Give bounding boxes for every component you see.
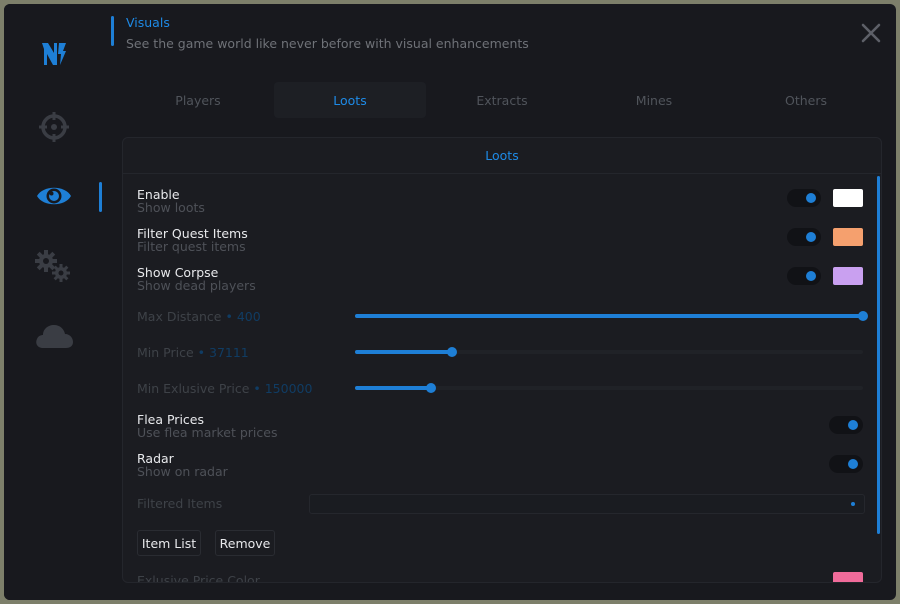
flea-prices-desc: Use flea market prices — [137, 425, 278, 440]
filter-quest-toggle[interactable] — [787, 228, 821, 246]
enable-desc: Show loots — [137, 200, 205, 215]
filtered-items-dropdown[interactable] — [309, 494, 865, 514]
panel-scrollbar[interactable] — [877, 176, 880, 534]
radar-desc: Show on radar — [137, 464, 228, 479]
app-window: Visuals See the game world like never be… — [4, 4, 896, 600]
loots-panel: Loots Enable Show loots Filter Quest Ite… — [122, 137, 882, 583]
min-price-value: 37111 — [209, 345, 249, 360]
tab-others[interactable]: Others — [730, 82, 882, 118]
filtered-items-label: Filtered Items — [137, 496, 223, 511]
remove-button[interactable]: Remove — [215, 530, 275, 556]
enable-toggle[interactable] — [787, 189, 821, 207]
header-accent — [111, 16, 114, 46]
show-corpse-color-swatch[interactable] — [833, 267, 863, 285]
slider-thumb — [426, 383, 437, 393]
max-distance-slider[interactable] — [355, 311, 868, 321]
min-exclusive-price-label: Min Exlusive Price • 150000 — [137, 381, 313, 396]
filter-quest-color-swatch[interactable] — [833, 228, 863, 246]
min-price-label: Min Price • 37111 — [137, 345, 249, 360]
min-exclusive-price-value: 150000 — [264, 381, 313, 396]
eye-icon[interactable] — [34, 176, 74, 216]
crosshair-icon[interactable] — [34, 107, 74, 147]
logo-icon[interactable] — [34, 34, 74, 74]
close-icon — [861, 23, 881, 43]
tab-loots[interactable]: Loots — [274, 82, 426, 118]
tab-extracts[interactable]: Extracts — [426, 82, 578, 118]
exclusive-price-color-swatch[interactable] — [833, 572, 863, 582]
min-exclusive-price-slider[interactable] — [355, 383, 863, 393]
item-list-button[interactable]: Item List — [137, 530, 201, 556]
close-button[interactable] — [860, 22, 882, 44]
page-subtitle: See the game world like never before wit… — [126, 36, 529, 51]
show-corpse-desc: Show dead players — [137, 278, 256, 293]
active-indicator — [99, 182, 102, 212]
exclusive-price-color-label: Exlusive Price Color — [137, 573, 260, 583]
tab-mines[interactable]: Mines — [578, 82, 730, 118]
cloud-icon[interactable] — [34, 316, 74, 356]
dropdown-indicator-icon — [851, 502, 855, 506]
slider-thumb — [446, 347, 457, 357]
slider-thumb — [858, 311, 868, 321]
radar-toggle[interactable] — [829, 455, 863, 473]
tab-bar: Players Loots Extracts Mines Others — [122, 82, 882, 118]
sidebar — [4, 4, 104, 600]
enable-color-swatch[interactable] — [833, 189, 863, 207]
flea-prices-toggle[interactable] — [829, 416, 863, 434]
tab-players[interactable]: Players — [122, 82, 274, 118]
min-price-slider[interactable] — [355, 347, 863, 357]
panel-title: Loots — [123, 138, 881, 174]
max-distance-label: Max Distance • 400 — [137, 309, 261, 324]
show-corpse-toggle[interactable] — [787, 267, 821, 285]
page-title: Visuals — [126, 15, 170, 30]
max-distance-value: 400 — [236, 309, 261, 324]
gears-icon[interactable] — [34, 247, 74, 287]
filter-quest-desc: Filter quest items — [137, 239, 246, 254]
